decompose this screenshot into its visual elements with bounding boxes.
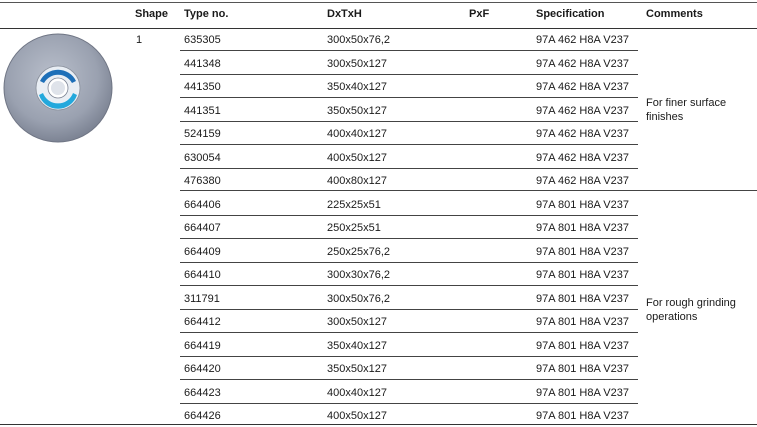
cell-dxtxh: 400x80x127 — [327, 175, 387, 187]
row-divider — [180, 50, 638, 51]
row-divider — [180, 168, 638, 169]
cell-specification: 97A 801 H8A V237 — [536, 245, 629, 258]
cell-dxtxh: 250x25x76,2 — [327, 245, 390, 258]
header-pxf: PxF — [469, 8, 490, 20]
header-shape: Shape — [135, 8, 169, 20]
header-dxtxh: DxTxH — [327, 8, 362, 20]
cell-type-no: 441348 — [184, 57, 221, 70]
cell-specification: 97A 801 H8A V237 — [536, 269, 629, 281]
row-divider — [180, 356, 638, 357]
comment-group-2-line2: operations — [646, 311, 698, 323]
row-divider — [180, 215, 638, 216]
shape-value: 1 — [136, 34, 143, 46]
comment-group-1-line2: finishes — [646, 111, 684, 123]
cell-dxtxh: 225x25x51 — [327, 198, 381, 211]
cell-type-no: 664419 — [184, 339, 221, 352]
header-comments: Comments — [646, 8, 703, 20]
row-divider — [180, 144, 638, 145]
cell-dxtxh: 250x25x51 — [327, 222, 381, 234]
cell-dxtxh: 300x50x76,2 — [327, 34, 390, 46]
cell-dxtxh: 400x40x127 — [327, 128, 387, 140]
cell-type-no: 664426 — [184, 410, 221, 422]
cell-dxtxh: 400x50x127 — [327, 151, 387, 164]
cell-type-no: 664420 — [184, 363, 221, 375]
cell-specification: 97A 801 H8A V237 — [536, 363, 629, 375]
cell-specification: 97A 801 H8A V237 — [536, 222, 629, 234]
row-divider — [180, 97, 638, 98]
row-divider — [180, 332, 638, 333]
top-rule — [0, 2, 757, 3]
cell-type-no: 635305 — [184, 34, 221, 46]
cell-type-no: 664409 — [184, 245, 221, 258]
cell-type-no: 664412 — [184, 316, 221, 328]
cell-type-no: 441351 — [184, 104, 221, 117]
cell-specification: 97A 801 H8A V237 — [536, 198, 629, 211]
cell-specification: 97A 462 H8A V237 — [536, 175, 629, 187]
cell-type-no: 476380 — [184, 175, 221, 187]
cell-dxtxh: 300x50x127 — [327, 57, 387, 70]
cell-specification: 97A 801 H8A V237 — [536, 410, 629, 422]
row-divider — [180, 379, 638, 380]
row-divider — [180, 262, 638, 263]
cell-dxtxh: 350x40x127 — [327, 81, 387, 93]
cell-specification: 97A 462 H8A V237 — [536, 104, 629, 117]
cell-type-no: 664406 — [184, 198, 221, 211]
header-rule — [0, 28, 757, 29]
row-divider — [180, 309, 638, 310]
bottom-rule — [0, 424, 757, 425]
cell-dxtxh: 300x50x127 — [327, 316, 387, 328]
comment-group-2-line1: For rough grinding — [646, 297, 736, 309]
cell-dxtxh: 350x40x127 — [327, 339, 387, 352]
comment-group-1: For finer surface finishes — [646, 96, 756, 124]
cell-specification: 97A 801 H8A V237 — [536, 316, 629, 328]
cell-dxtxh: 300x30x76,2 — [327, 269, 390, 281]
group-divider — [180, 190, 757, 191]
cell-type-no: 664423 — [184, 386, 221, 399]
cell-type-no: 441350 — [184, 81, 221, 93]
comment-group-2: For rough grinding operations — [646, 296, 756, 324]
row-divider — [180, 121, 638, 122]
cell-specification: 97A 462 H8A V237 — [536, 57, 629, 70]
cell-specification: 97A 801 H8A V237 — [536, 339, 629, 352]
row-divider — [180, 403, 638, 404]
cell-dxtxh: 400x40x127 — [327, 386, 387, 399]
cell-dxtxh: 400x50x127 — [327, 410, 387, 422]
cell-dxtxh: 350x50x127 — [327, 104, 387, 117]
cell-specification: 97A 801 H8A V237 — [536, 386, 629, 399]
header-specification: Specification — [536, 8, 605, 20]
cell-type-no: 311791 — [184, 292, 220, 305]
cell-specification: 97A 801 H8A V237 — [536, 292, 629, 305]
row-divider — [180, 285, 638, 286]
cell-type-no: 630054 — [184, 151, 221, 164]
cell-type-no: 664410 — [184, 269, 221, 281]
comment-group-1-line1: For finer surface — [646, 97, 727, 109]
cell-type-no: 524159 — [184, 128, 221, 140]
cell-specification: 97A 462 H8A V237 — [536, 34, 629, 46]
cell-dxtxh: 350x50x127 — [327, 363, 387, 375]
cell-specification: 97A 462 H8A V237 — [536, 128, 629, 140]
row-divider — [180, 74, 638, 75]
row-divider — [180, 238, 638, 239]
cell-dxtxh: 300x50x76,2 — [327, 292, 390, 305]
grinding-wheel-image — [3, 33, 113, 143]
cell-specification: 97A 462 H8A V237 — [536, 81, 629, 93]
cell-specification: 97A 462 H8A V237 — [536, 151, 629, 164]
header-type-no: Type no. — [184, 8, 229, 20]
cell-type-no: 664407 — [184, 222, 221, 234]
